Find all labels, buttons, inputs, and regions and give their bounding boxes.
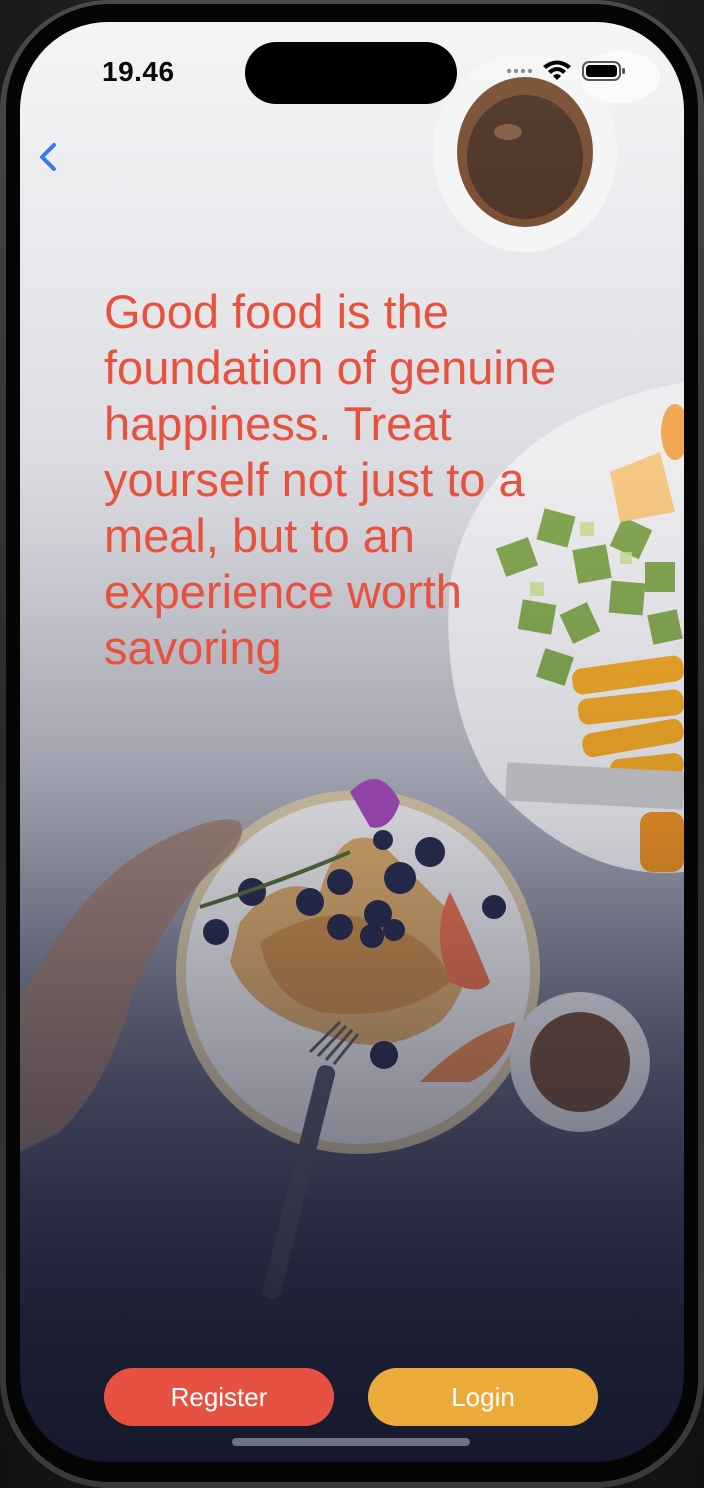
status-time: 19.46 [102, 56, 175, 87]
status-icons [506, 60, 626, 82]
wifi-icon [543, 60, 571, 80]
login-button[interactable]: Login [368, 1368, 598, 1426]
status-bar: 19.46 [20, 22, 684, 122]
quote-text: Good food is the foundation of genuine h… [104, 285, 557, 674]
background-shade-overlay [20, 22, 684, 1462]
cellular-dots-icon [506, 68, 532, 74]
home-indicator[interactable] [232, 1438, 470, 1446]
app-screen: 19.46 Good food is the foundation of gen… [20, 22, 684, 1462]
phone-frame: 19.46 Good food is the foundation of gen… [0, 0, 704, 1488]
register-button[interactable]: Register [104, 1368, 334, 1426]
back-button[interactable] [30, 132, 70, 182]
battery-icon [582, 61, 625, 81]
dynamic-island [245, 42, 457, 104]
chevron-left-icon [40, 143, 56, 171]
